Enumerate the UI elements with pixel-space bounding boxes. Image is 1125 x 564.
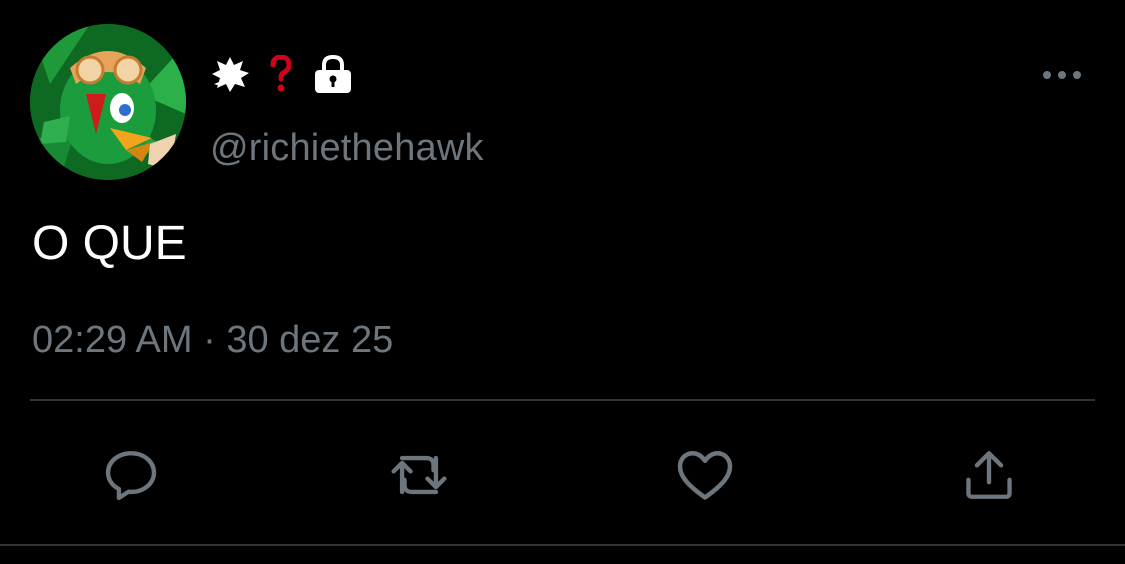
action-bar	[0, 440, 1125, 510]
retweet-icon[interactable]	[384, 440, 454, 510]
tweet-detail: @richiethehawk O QUE 02:29 AM · 30 dez 2…	[0, 0, 1125, 564]
user-handle[interactable]: @richiethehawk	[210, 126, 484, 170]
like-icon[interactable]	[670, 440, 740, 510]
tweet-text: O QUE	[32, 217, 187, 270]
display-name[interactable]	[210, 52, 374, 96]
reply-icon[interactable]	[96, 440, 166, 510]
divider-bottom	[0, 544, 1125, 546]
tweet-timestamp[interactable]: 02:29 AM · 30 dez 25	[32, 318, 393, 362]
divider	[30, 399, 1095, 401]
red-question-mark-emoji	[270, 55, 292, 93]
anger-puff-emoji	[210, 54, 250, 94]
more-options-icon[interactable]	[1040, 62, 1084, 88]
avatar[interactable]	[30, 24, 186, 180]
share-icon[interactable]	[954, 440, 1024, 510]
lock-icon	[312, 53, 354, 95]
